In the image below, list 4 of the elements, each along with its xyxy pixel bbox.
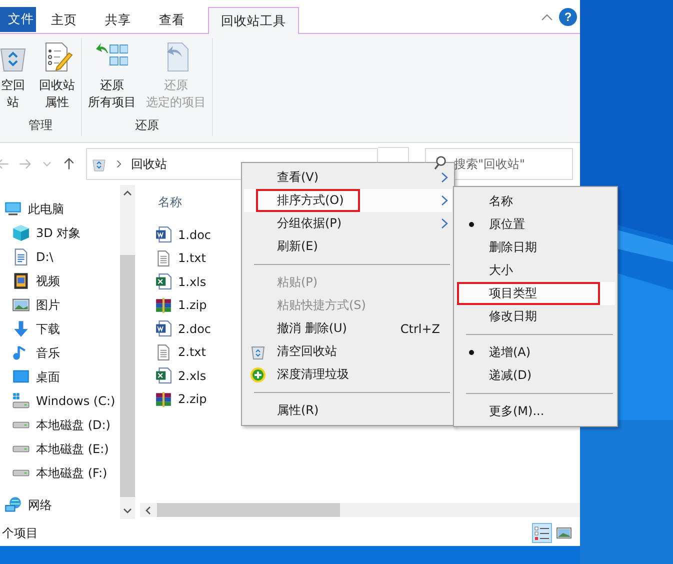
item-count: 个项目 (2, 524, 38, 542)
shortcut-label: Ctrl+Z (400, 322, 440, 336)
group-label: 还原 (135, 117, 159, 134)
group-label: 管理 (28, 117, 52, 134)
